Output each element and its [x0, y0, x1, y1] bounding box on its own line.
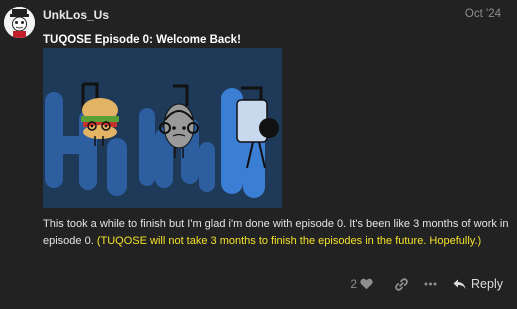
ellipsis-icon — [424, 282, 437, 286]
avatar-character-icon — [4, 7, 35, 38]
episode-thumbnail — [43, 48, 282, 208]
more-options-button[interactable] — [424, 282, 437, 286]
post-image[interactable] — [43, 48, 282, 208]
reply-button[interactable]: Reply — [453, 277, 503, 291]
username[interactable]: UnkLos_Us — [43, 8, 109, 22]
reply-arrow-icon — [453, 279, 466, 289]
reply-label: Reply — [471, 277, 503, 291]
like-count[interactable]: 2 — [350, 277, 357, 291]
copy-link-button[interactable] — [395, 277, 408, 291]
post-date[interactable]: Oct '24 — [465, 8, 501, 20]
post-body-highlight: (TUQOSE will not take 3 months to finish… — [96, 235, 482, 247]
post-avatar[interactable] — [4, 7, 35, 38]
post-title: TUQOSE Episode 0: Welcome Back! — [43, 34, 241, 46]
post-actions: 2 Reply — [350, 275, 503, 293]
heart-icon — [360, 278, 373, 290]
link-icon — [395, 277, 408, 291]
post-body: This took a while to finish but I'm glad… — [43, 216, 513, 250]
like-button[interactable] — [360, 278, 373, 290]
